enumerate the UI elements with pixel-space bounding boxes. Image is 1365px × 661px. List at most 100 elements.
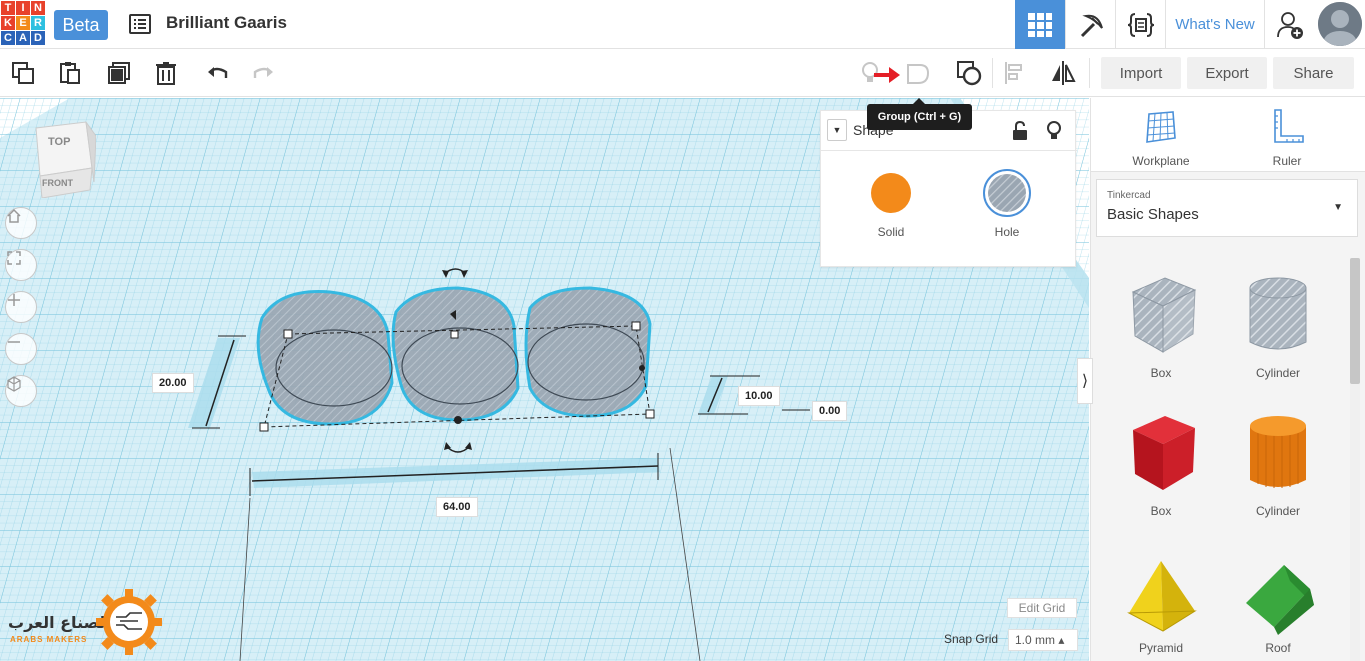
solid-label: Solid [877,225,905,239]
logo-letter: E [16,16,30,30]
shape-card-cylinder-hole[interactable]: Cylinder [1228,270,1328,380]
logo-letter: C [1,31,15,45]
whats-new-link[interactable]: What's New [1165,0,1265,49]
zoom-out-icon[interactable] [5,333,37,365]
edit-toolbar: Import Export Share [0,50,1365,97]
shape-library-select[interactable]: Tinkercad Basic Shapes ▼ [1096,179,1358,237]
workplane-label: Workplane [1132,154,1190,168]
box-hole-icon [1131,277,1197,353]
share-button[interactable]: Share [1273,57,1354,89]
align-icon[interactable] [1000,58,1030,88]
elevation-label[interactable]: 0.00 [812,401,848,421]
paste-icon[interactable] [55,58,85,88]
delete-icon[interactable] [151,58,181,88]
hole-option[interactable]: Hole [962,169,1052,239]
shape-card-pyramid[interactable]: Pyramid [1111,553,1211,655]
shape-inspector: ▼ Shape Solid Hole [820,110,1077,267]
unlock-icon[interactable] [1011,120,1029,146]
snap-grid-select[interactable]: 1.0 mm ▴ [1008,629,1078,651]
snap-grid-label: Snap Grid [944,632,999,646]
top-bar: TIN KER CAD Beta Brilliant Gaaris What's N… [0,0,1365,49]
shape-card-box[interactable]: Box [1111,408,1211,518]
elevation-top-label[interactable]: 10.00 [738,386,780,406]
hole-cylinders-group[interactable] [256,286,652,426]
pyramid-icon [1127,561,1197,632]
add-user-icon[interactable] [1265,0,1315,49]
home-view-icon[interactable] [5,207,37,239]
hole-label: Hole [994,225,1020,239]
beta-badge[interactable]: Beta [54,10,108,40]
lightbulb-icon[interactable] [1045,120,1063,147]
project-title[interactable]: Brilliant Gaaris [166,13,287,33]
shape-label: Roof [1265,641,1291,655]
toolbar-divider [1089,58,1090,88]
ruler-button[interactable]: Ruler [1237,108,1337,168]
view-cube[interactable]: TOP FRONT [30,120,96,198]
hole-cylinder-3[interactable] [524,286,652,418]
logo-letter: K [1,16,15,30]
solid-option[interactable]: Solid [846,173,936,239]
design-view-grid-icon[interactable] [1015,0,1065,49]
library-name: Basic Shapes [1107,206,1199,223]
arabs-makers-watermark: الصناع العرب ARABS MAKERS [6,587,166,657]
logo-letter: D [31,31,45,45]
list-icon[interactable] [128,12,152,36]
workplane-icon [1146,111,1176,143]
shape-label: Box [1150,504,1172,518]
panel-collapse-chevron-icon[interactable]: ⟩ [1077,358,1093,404]
gear-icon [96,589,162,655]
tinkercad-logo[interactable]: TIN KER CAD [0,0,45,46]
red-arrow-icon [872,60,902,90]
logo-letter: R [31,16,45,30]
view-cube-top-label[interactable]: TOP [48,136,70,148]
hole-swatch[interactable] [983,169,1031,217]
shapes-panel: Workplane Ruler Tinkercad Basic Shapes ▼… [1090,98,1365,661]
shape-card-cylinder[interactable]: Cylinder [1228,408,1328,518]
fit-view-icon[interactable] [5,249,37,281]
ruler-label: Ruler [1272,154,1302,168]
watermark-english-text: ARABS MAKERS [10,635,88,644]
redo-icon[interactable] [249,58,279,88]
shape-label: Cylinder [1255,366,1300,380]
width-dimension-label[interactable]: 64.00 [436,497,478,517]
shape-label: Pyramid [1138,641,1183,655]
panel-tools: Workplane Ruler [1091,98,1365,172]
view-cube-front-label[interactable]: FRONT [42,178,73,188]
box-red-icon [1133,416,1195,490]
logo-letter: A [16,31,30,45]
solid-color-swatch[interactable] [871,173,911,213]
group-tooltip: Group (Ctrl + G) [867,98,972,130]
scrollbar-thumb[interactable] [1350,258,1360,384]
tinkercad-app: TIN KER CAD Beta Brilliant Gaaris What's N… [0,0,1365,661]
pickaxe-icon[interactable] [1065,0,1115,49]
undo-icon[interactable] [202,58,232,88]
shape-label: Cylinder [1255,504,1300,518]
shapes-panel-scrollbar[interactable] [1350,258,1360,661]
import-button[interactable]: Import [1101,57,1181,89]
shape-card-roof[interactable]: Roof [1228,553,1328,655]
logo-letter: T [1,1,15,15]
cylinder-hole-icon [1249,277,1307,350]
ruler-icon [1274,109,1304,143]
mirror-icon[interactable] [1048,58,1078,88]
code-blocks-icon[interactable] [1115,0,1165,49]
logo-letter: I [16,1,30,15]
library-source: Tinkercad [1107,190,1151,201]
edit-grid-button[interactable]: Edit Grid [1007,598,1077,618]
logo-letter: N [31,1,45,15]
export-button[interactable]: Export [1187,57,1267,89]
workplane-button[interactable]: Workplane [1111,108,1211,168]
user-avatar[interactable] [1318,2,1362,46]
inspector-collapse-button[interactable]: ▼ [827,119,847,141]
hole-cylinder-1[interactable] [256,290,394,426]
duplicate-icon[interactable] [104,58,134,88]
zoom-in-icon[interactable] [5,291,37,323]
copy-icon[interactable] [8,58,38,88]
group-icon[interactable] [903,58,933,88]
height-dimension-label[interactable]: 20.00 [152,373,194,393]
perspective-icon[interactable] [5,375,37,407]
hole-cylinder-2[interactable] [391,286,520,422]
roof-icon [1246,565,1314,635]
shape-card-box-hole[interactable]: Box [1111,270,1211,380]
ungroup-icon[interactable] [954,58,984,88]
